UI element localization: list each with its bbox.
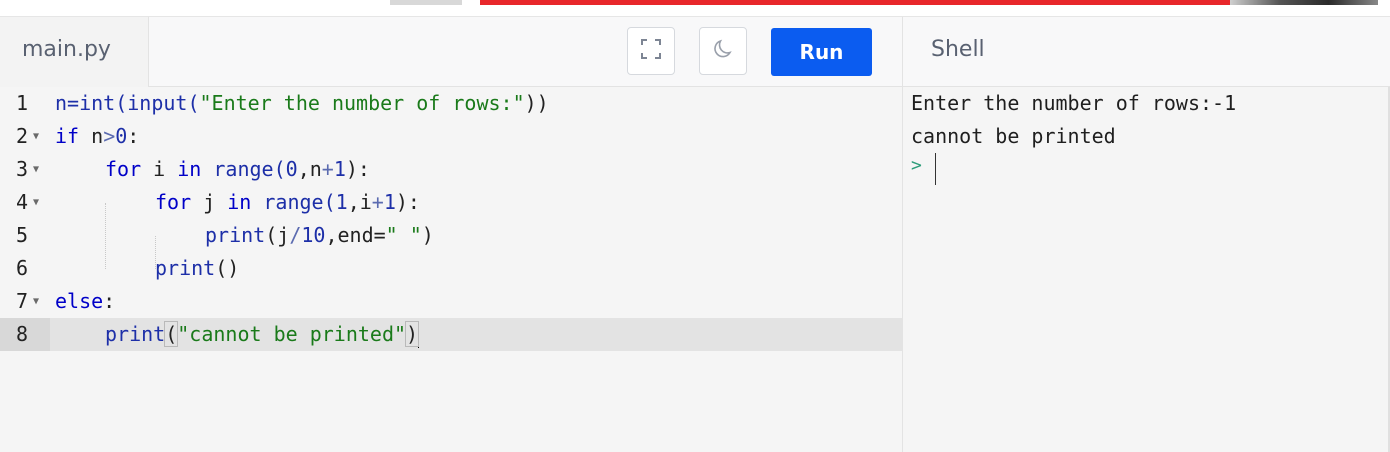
fold-arrow-icon[interactable]: ▼ [33,153,39,186]
file-tab-label: main.py [22,37,111,62]
shell-prompt-icon: > [911,155,922,176]
shell-cursor [935,153,936,185]
line-number: 3 [16,157,29,181]
line-number: 1 [16,91,29,115]
code-line-7[interactable]: 7 ▼ else: [0,285,902,318]
line-number: 6 [16,256,29,280]
banner-segment [390,0,462,5]
code-text: n=int(input("Enter the number of rows:")… [55,91,549,115]
code-text: for j in range(1,i+1): [155,190,420,214]
banner-image [1230,0,1378,5]
code-line-3[interactable]: 3 ▼ for i in range(0,n+1): [0,153,902,186]
code-line-5[interactable]: 5 print(j/10,end=" ") [0,219,902,252]
top-banner [0,0,1390,16]
line-number: 8 [16,322,29,346]
theme-toggle-button[interactable] [699,27,747,75]
fold-arrow-icon[interactable]: ▼ [33,120,39,153]
shell-title: Shell [931,37,985,62]
fullscreen-icon [639,37,663,66]
shell-output[interactable]: Enter the number of rows:-1 cannot be pr… [902,87,1390,452]
code-line-4[interactable]: 4 ▼ for j in range(1,i+1): [0,186,902,219]
run-button[interactable]: Run [771,28,872,76]
code-text: print() [155,256,240,280]
code-line-8[interactable]: 8 print("cannot be printed") [0,318,902,351]
fold-arrow-icon[interactable]: ▼ [33,186,39,219]
line-number: 7 [16,289,29,313]
code-text: for i in range(0,n+1): [105,157,370,181]
fullscreen-button[interactable] [627,27,675,75]
code-text: else: [55,289,116,313]
code-editor[interactable]: 1 n=int(input("Enter the number of rows:… [0,87,902,452]
moon-icon [711,37,735,66]
code-text: print(j/10,end=" ") [205,223,434,247]
line-number: 2 [16,124,29,148]
line-number: 5 [16,223,29,247]
banner-ad[interactable] [480,0,1230,5]
code-text: print("cannot be printed") [105,321,420,348]
code-line-1[interactable]: 1 n=int(input("Enter the number of rows:… [0,87,902,120]
code-line-2[interactable]: 2 ▼ if n>0: [0,120,902,153]
shell-header: Shell [902,16,1390,87]
code-line-6[interactable]: 6 print() [0,252,902,285]
line-number: 4 [16,190,29,214]
shell-output-line: Enter the number of rows:-1 [911,91,1237,115]
fold-arrow-icon[interactable]: ▼ [33,285,39,318]
code-text: if n>0: [55,124,140,148]
file-tab[interactable]: main.py [0,16,149,88]
shell-output-line: cannot be printed [911,124,1116,148]
text-cursor [418,323,420,348]
editor-toolbar: main.py Run [0,16,902,88]
